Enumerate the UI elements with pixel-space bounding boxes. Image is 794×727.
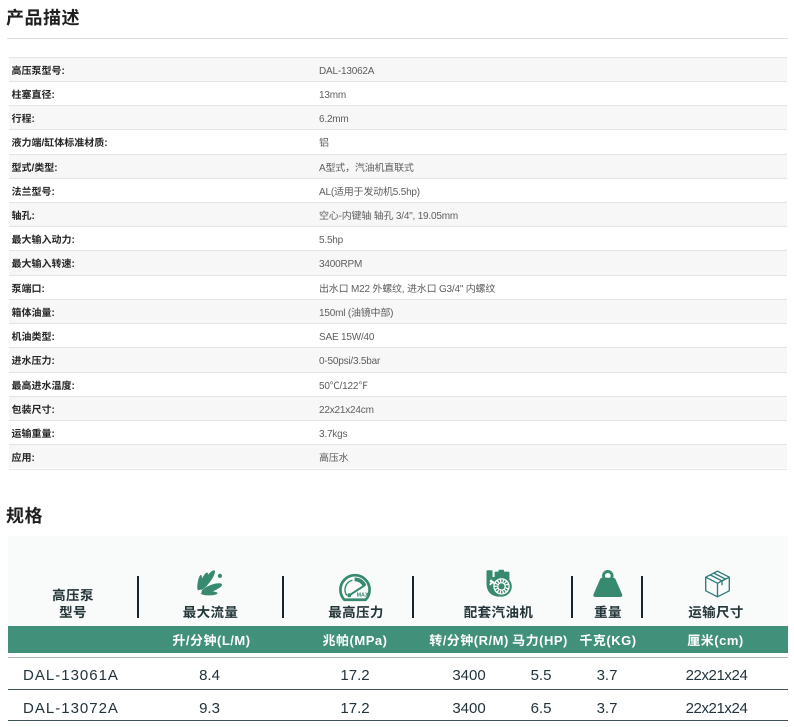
svg-text:MAX: MAX <box>357 593 369 599</box>
